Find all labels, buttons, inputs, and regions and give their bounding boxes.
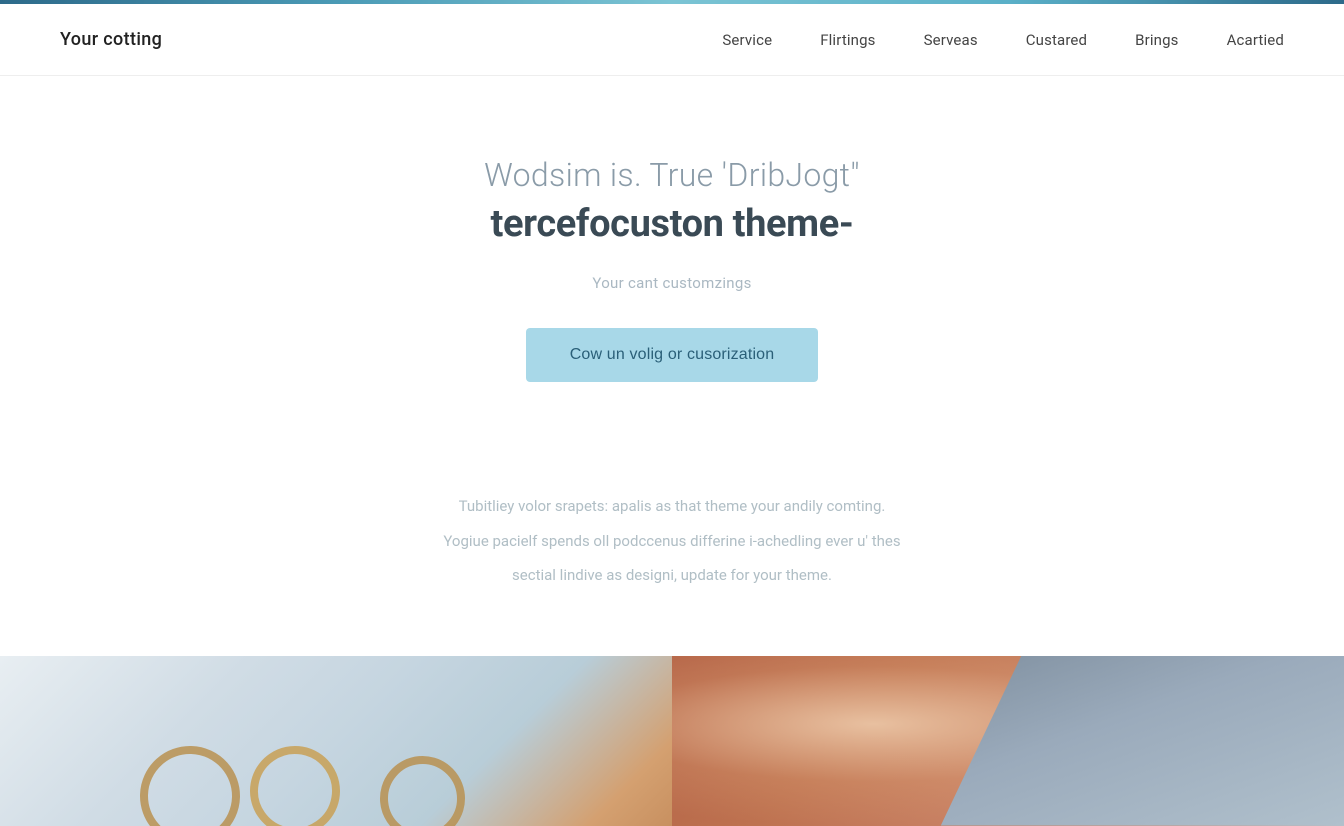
nav-item-custared[interactable]: Custared [1026,31,1087,49]
body-line-2: Yogiue pacielf spends oll podccenus diff… [200,527,1144,556]
nav-item-serveas[interactable]: Serveas [924,31,978,49]
image-right [672,656,1344,826]
hero-cta-button[interactable]: Cow un volig or cusorization [526,328,819,382]
ring-1 [126,731,254,825]
main-nav: Service Flirtings Serveas Custared Bring… [722,31,1284,49]
image-section [0,656,1344,826]
hero-description: Your cant customzings [592,274,751,292]
hero-title: tercefocuston theme- [491,202,854,246]
nav-item-flirtings[interactable]: Flirtings [820,31,875,49]
nav-item-brings[interactable]: Brings [1135,31,1178,49]
hero-subtitle: Wodsim is. True 'DribJogt" [484,156,860,194]
nav-item-acartied[interactable]: Acartied [1227,31,1284,49]
body-line-3: sectial lindive as designi, update for y… [200,561,1144,590]
site-logo[interactable]: Your cotting [60,29,162,50]
image-left [0,656,672,826]
nav-item-service[interactable]: Service [722,31,772,49]
hero-section: Wodsim is. True 'DribJogt" tercefocuston… [0,76,1344,442]
ring-2 [243,738,347,825]
site-header: Your cotting Service Flirtings Serveas C… [0,4,1344,76]
ring-3 [376,752,468,826]
body-text-section: Tubitliey volor srapets: apalis as that … [0,442,1344,656]
body-line-1: Tubitliey volor srapets: apalis as that … [200,492,1144,521]
